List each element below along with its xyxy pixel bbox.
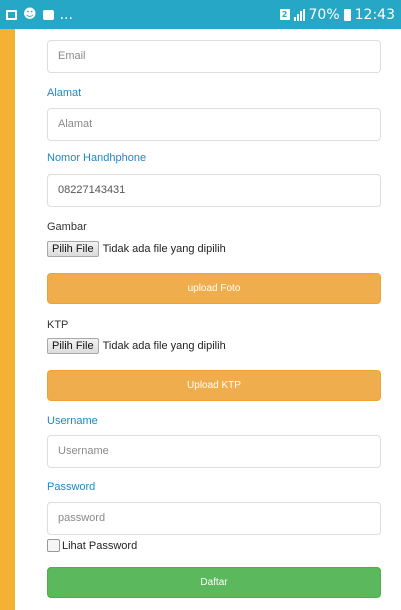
status-overflow: ... — [59, 6, 73, 23]
status-bar-system: 2 70% 12:43 — [279, 6, 395, 23]
show-password-row: Lihat Password — [47, 539, 137, 552]
message-icon — [42, 9, 54, 20]
gambar-file-input: Pilih File Tidak ada file yang dipilih — [47, 241, 226, 257]
registration-form: Email Alamat Alamat Nomor Handhphone 082… — [15, 29, 401, 610]
gambar-label: Gambar — [47, 221, 87, 233]
ktp-file-input: Pilih File Tidak ada file yang dipilih — [47, 338, 226, 354]
gambar-file-status: Tidak ada file yang dipilih — [102, 243, 226, 255]
ktp-file-status: Tidak ada file yang dipilih — [102, 340, 226, 352]
phone-field[interactable]: 08227143431 — [47, 174, 381, 207]
password-label: Password — [47, 481, 96, 493]
signal-icon — [293, 8, 305, 21]
battery-icon — [343, 8, 351, 21]
alamat-label: Alamat — [47, 87, 82, 99]
username-field[interactable]: Username — [47, 435, 381, 468]
ktp-label: KTP — [47, 319, 69, 331]
email-field[interactable]: Email — [47, 40, 381, 73]
status-bar: ☻ ... 2 70% 12:43 — [0, 0, 401, 29]
clock: 12:43 — [354, 6, 395, 23]
username-label: Username — [47, 415, 98, 427]
show-password-checkbox[interactable] — [47, 539, 60, 552]
status-bar-notifications: ☻ ... — [6, 7, 73, 23]
daftar-button[interactable]: Daftar — [47, 567, 381, 598]
gallery-icon — [6, 9, 17, 20]
left-accent-stripe — [0, 29, 15, 610]
upload-foto-button[interactable]: upload Foto — [47, 273, 381, 304]
battery-percent: 70% — [308, 6, 340, 23]
phone-label: Nomor Handhphone — [47, 152, 147, 164]
alamat-field[interactable]: Alamat — [47, 108, 381, 141]
upload-ktp-button[interactable]: Upload KTP — [47, 370, 381, 401]
show-password-label[interactable]: Lihat Password — [62, 540, 137, 552]
gambar-choose-file-button[interactable]: Pilih File — [47, 241, 99, 257]
password-field[interactable]: password — [47, 502, 381, 535]
sim-icon: 2 — [279, 9, 290, 20]
ktp-choose-file-button[interactable]: Pilih File — [47, 338, 99, 354]
person-icon: ☻ — [23, 7, 37, 22]
